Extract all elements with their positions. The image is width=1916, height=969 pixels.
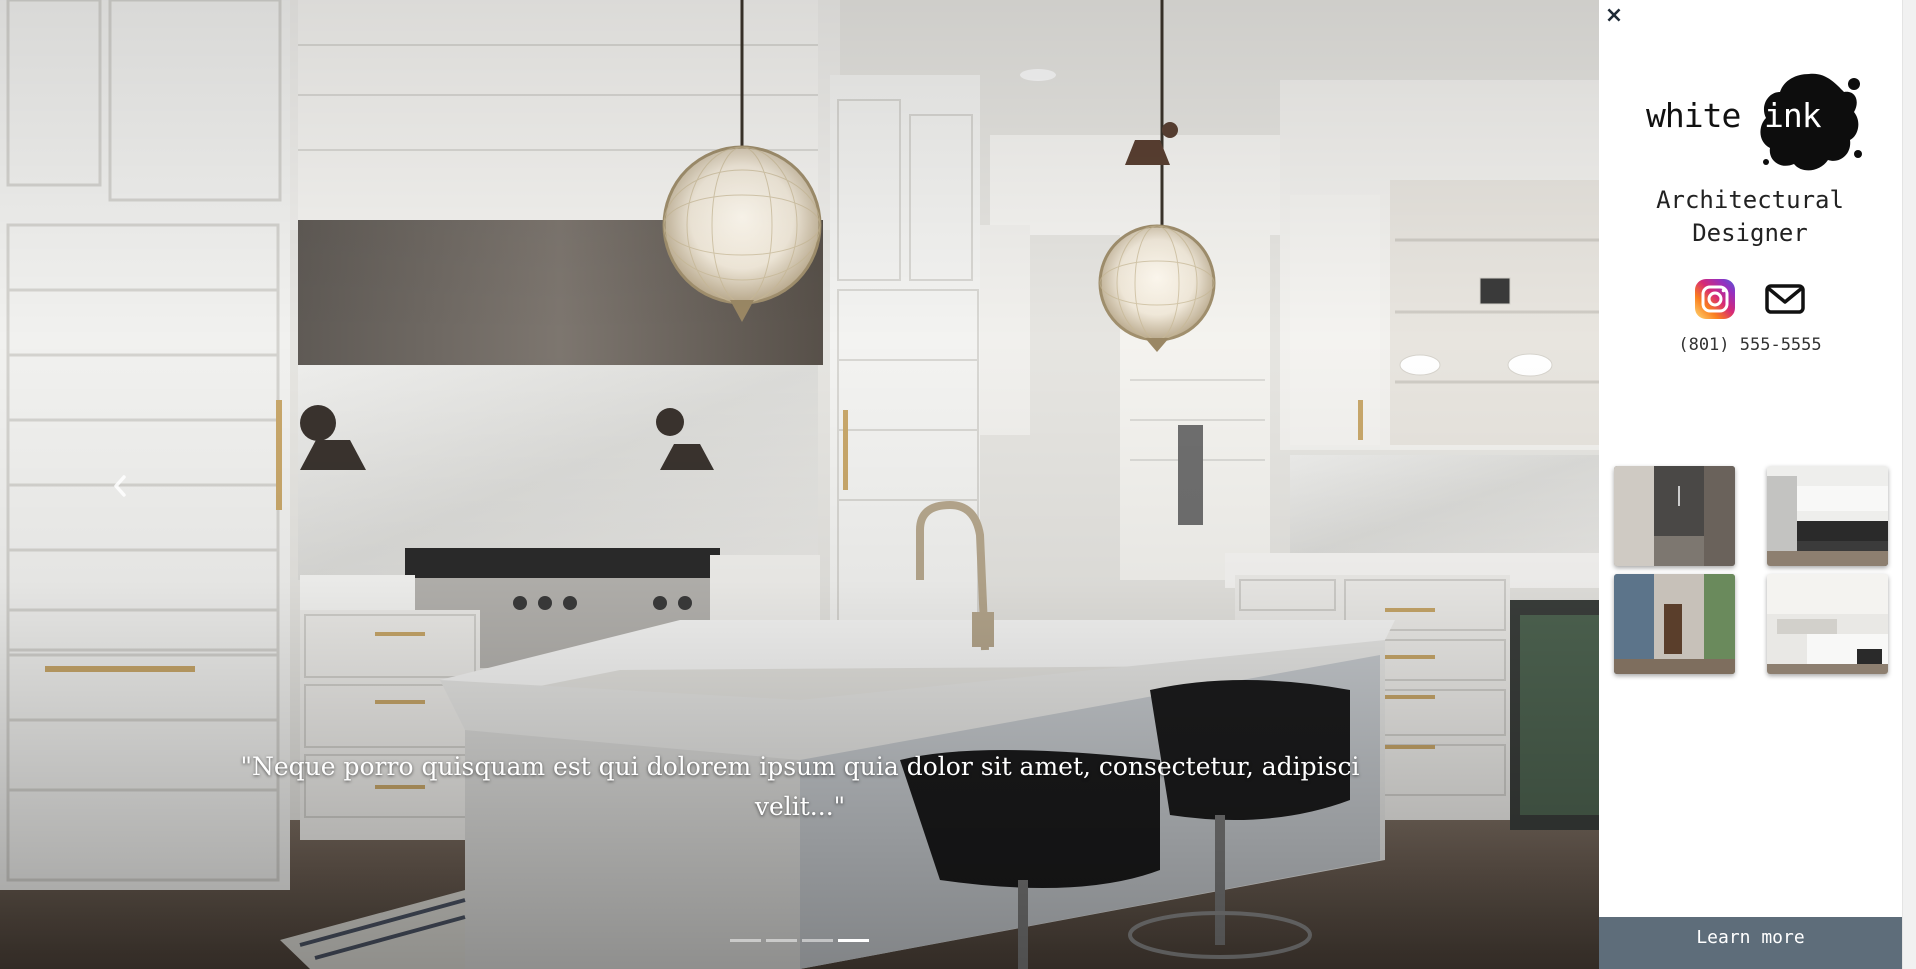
scrollbar[interactable] [1902, 0, 1916, 969]
close-button[interactable]: × [1603, 4, 1625, 28]
hallway-image [1614, 574, 1735, 674]
instagram-icon [1695, 279, 1735, 319]
thumbnail-kitchen-white[interactable] [1767, 574, 1888, 674]
logo-word-ink: ink [1764, 96, 1822, 135]
email-link[interactable] [1762, 276, 1808, 322]
carousel-indicator-2[interactable] [766, 939, 797, 942]
carousel-indicators [730, 939, 869, 942]
learn-more-button[interactable]: Learn more [1599, 917, 1902, 969]
shower-image [1614, 466, 1735, 566]
kitchen-dark-image [1767, 466, 1888, 566]
thumbnail-hallway[interactable] [1614, 574, 1735, 674]
carousel-indicator-1[interactable] [730, 939, 761, 942]
thumbnail-grid [1614, 466, 1888, 674]
logo-word-white: white [1646, 96, 1741, 135]
phone-number: (801) 555-5555 [1678, 335, 1822, 355]
carousel-prev-button[interactable] [100, 466, 140, 506]
carousel-indicator-3[interactable] [802, 939, 833, 942]
social-links [1692, 276, 1808, 322]
envelope-icon [1763, 277, 1807, 321]
instagram-link[interactable] [1692, 276, 1738, 322]
subtitle-text: Architectural Designer [1656, 186, 1844, 247]
hero-carousel: "Neque porro quisquam est qui dolorem ip… [0, 0, 1599, 969]
hero-caption: "Neque porro quisquam est qui dolorem ip… [240, 752, 1360, 821]
thumbnail-kitchen-dark[interactable] [1767, 466, 1888, 566]
designer-subtitle: Architectural Designer [1601, 184, 1899, 250]
kitchen-white-image [1767, 574, 1888, 674]
logo: white ink [1646, 66, 1866, 176]
chevron-left-icon [114, 475, 126, 497]
thumbnail-shower[interactable] [1614, 466, 1735, 566]
carousel-indicator-4[interactable] [838, 939, 869, 942]
